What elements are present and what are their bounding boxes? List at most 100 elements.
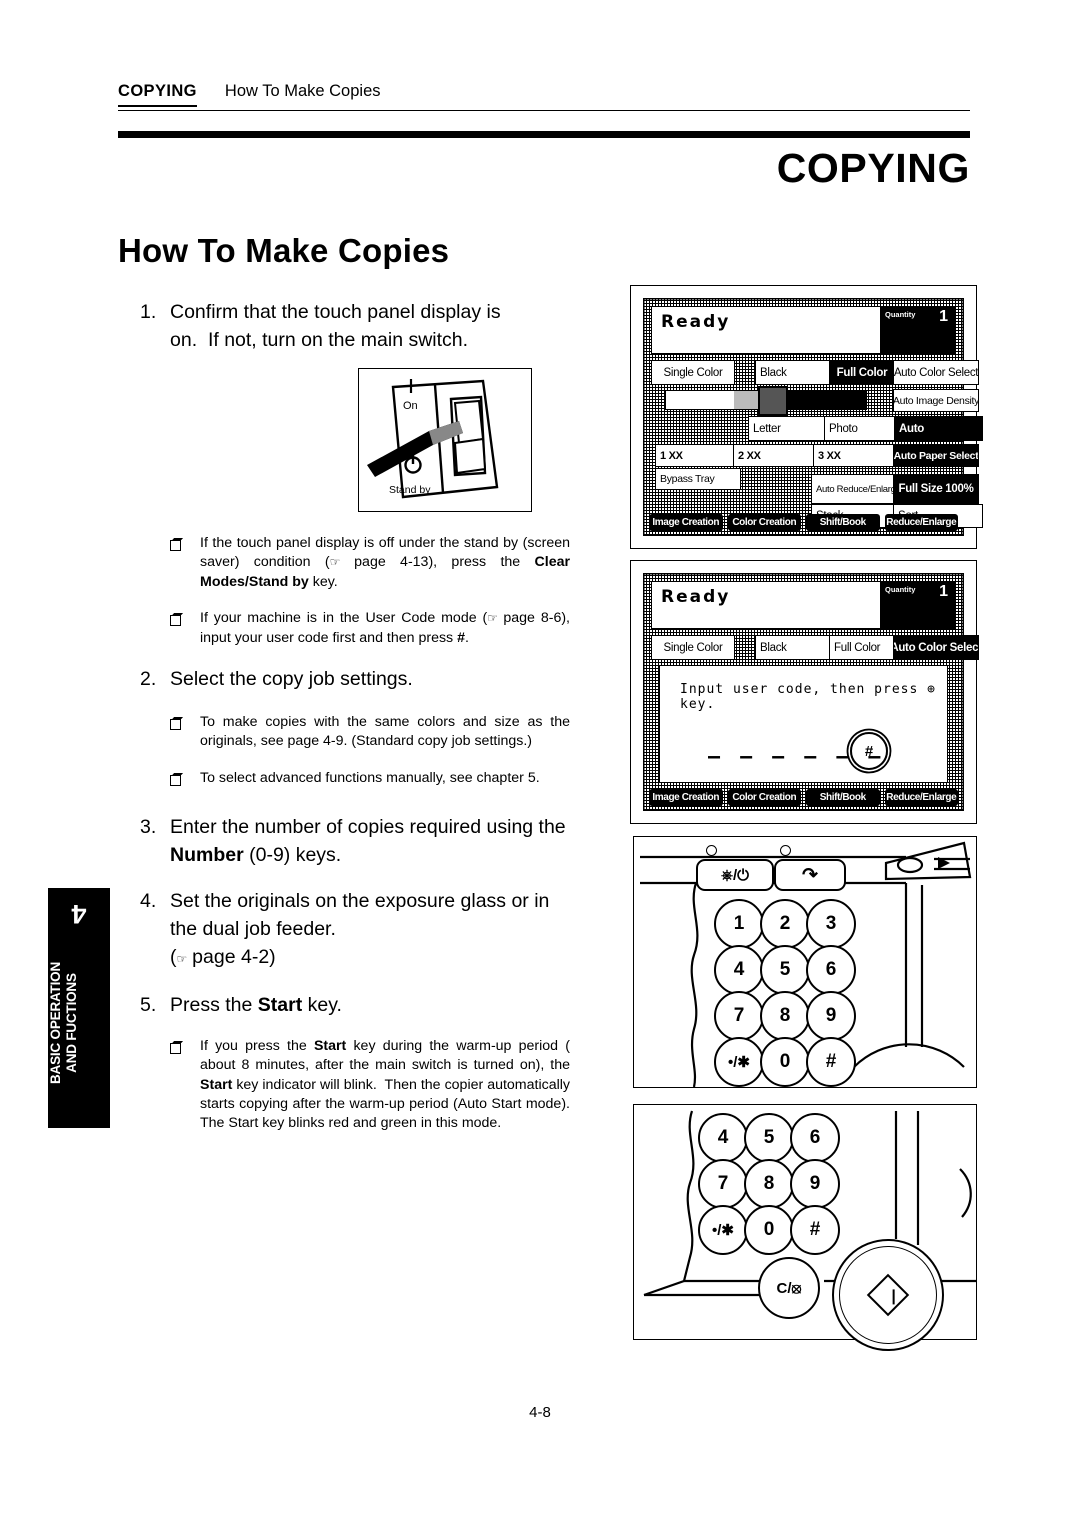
- key-9[interactable]: 9: [806, 991, 856, 1041]
- button-auto-image-density[interactable]: Auto Image Density: [893, 389, 979, 412]
- running-head-chapter: COPYING: [118, 82, 197, 107]
- bullet-square-icon: [170, 534, 200, 592]
- side-tab-label-line2: AND FUCTIONS: [63, 973, 79, 1073]
- running-head-title: How To Make Copies: [224, 82, 381, 100]
- start-key-figure: 4 5 6 7 8 9 •/✱ 0 # C/⦻: [633, 1104, 977, 1351]
- button-auto-exposure[interactable]: Auto: [894, 416, 983, 441]
- key-7[interactable]: 7: [698, 1159, 748, 1209]
- step-1-number: 1.: [140, 301, 157, 323]
- section-title: How To Make Copies: [118, 232, 450, 269]
- lcd-tab-row: Image Creation Color Creation Shift/Book…: [649, 514, 958, 531]
- key-5[interactable]: 5: [744, 1113, 794, 1163]
- step-5-number: 5.: [140, 993, 157, 1016]
- key-0[interactable]: 0: [744, 1205, 794, 1255]
- side-tab-label: BASIC OPERATION AND FUCTIONS: [48, 934, 110, 1112]
- bullet-square-icon: [170, 1037, 200, 1134]
- bullet-square-icon: [170, 713, 200, 752]
- button-full-size[interactable]: Full Size 100%: [893, 474, 979, 504]
- key-8[interactable]: 8: [760, 991, 810, 1041]
- bullet-item: To make copies with the same colors and …: [170, 713, 570, 752]
- key-4[interactable]: 4: [714, 945, 764, 995]
- start-key[interactable]: [832, 1239, 944, 1351]
- step-2-bullets: To make copies with the same colors and …: [170, 713, 570, 791]
- key-6[interactable]: 6: [790, 1113, 840, 1163]
- step-2: 2. Select the copy job settings.: [140, 665, 570, 693]
- button-auto-color-select[interactable]: Auto Color Select: [893, 635, 979, 660]
- bullet-text: If your machine is in the User Code mode…: [200, 610, 570, 646]
- quantity-display: Quantity 1: [880, 582, 955, 628]
- button-letter[interactable]: Letter: [748, 416, 830, 441]
- key-6[interactable]: 6: [806, 945, 856, 995]
- bullet-square-icon: [170, 609, 200, 648]
- touch-panel-figure-2: Ready Quantity 1 Single Color Black Full…: [630, 560, 979, 824]
- page-number: 4-8: [529, 1404, 551, 1421]
- button-auto-color-select[interactable]: Auto Color Select: [893, 360, 979, 385]
- key-9[interactable]: 9: [790, 1159, 840, 1209]
- lcd-screen-2: Ready Quantity 1 Single Color Black Full…: [643, 573, 979, 811]
- hash-key-icon: #: [850, 732, 888, 770]
- key-7[interactable]: 7: [714, 991, 764, 1041]
- bullet-text: If the touch panel display is off under …: [200, 535, 570, 590]
- key-2[interactable]: 2: [760, 899, 810, 949]
- step-5: 5. Press the Start key.: [140, 991, 570, 1019]
- status-text: Ready: [661, 587, 731, 607]
- bullet-square-icon: [170, 769, 200, 791]
- interrupt-key[interactable]: ↷: [774, 859, 846, 891]
- button-tray-2[interactable]: 2 XX: [733, 444, 818, 467]
- density-slider-thumb[interactable]: [758, 386, 788, 416]
- button-auto-paper-select[interactable]: Auto Paper Select: [893, 444, 979, 467]
- clear-modes-led: [706, 845, 717, 856]
- button-tray-3[interactable]: 3 XX: [813, 444, 898, 467]
- tab-color-creation[interactable]: Color Creation: [727, 789, 801, 806]
- side-tab-label-line1: BASIC OPERATION: [48, 962, 63, 1085]
- key-3[interactable]: 3: [806, 899, 856, 949]
- step-5-bullets: If you press the Start key during the wa…: [170, 1037, 570, 1134]
- clear-modes-stand-by-key[interactable]: ⎈/⏻: [696, 859, 774, 891]
- running-head: COPYING How To Make Copies: [118, 82, 970, 116]
- key-hash[interactable]: #: [806, 1037, 856, 1087]
- key-8[interactable]: 8: [744, 1159, 794, 1209]
- status-text: Ready: [661, 312, 731, 332]
- step-4-text: Set the originals on the exposure glass …: [170, 889, 550, 968]
- switch-on-label: On: [403, 400, 418, 412]
- tab-reduce-enlarge[interactable]: Reduce/Enlarge: [884, 514, 958, 531]
- tab-shift-book[interactable]: Shift/Book: [806, 789, 880, 806]
- button-photo[interactable]: Photo: [824, 416, 900, 441]
- lcd-screen-1: Ready Quantity 1 Single Color Black Full…: [643, 298, 983, 536]
- key-0[interactable]: 0: [760, 1037, 810, 1087]
- quantity-label: Quantity: [885, 310, 916, 319]
- step-1-bullets: If the touch panel display is off under …: [170, 534, 570, 648]
- key-1[interactable]: 1: [714, 899, 764, 949]
- key-5[interactable]: 5: [760, 945, 810, 995]
- button-tray-1[interactable]: 1 XX: [655, 444, 737, 467]
- button-full-color[interactable]: Full Color: [829, 635, 899, 660]
- key-dot-asterisk[interactable]: •/✱: [714, 1037, 764, 1087]
- status-bar: Ready Quantity 1: [651, 306, 956, 354]
- bullet-text: To make copies with the same colors and …: [200, 714, 570, 750]
- button-full-color[interactable]: Full Color: [829, 360, 895, 385]
- step-3: 3. Enter the number of copies required u…: [140, 813, 570, 869]
- tab-shift-book[interactable]: Shift/Book: [806, 514, 880, 531]
- button-black[interactable]: Black: [755, 635, 835, 660]
- clear-stop-key[interactable]: C/⦻: [758, 1257, 820, 1319]
- running-head-rule: [118, 110, 970, 112]
- key-hash[interactable]: #: [790, 1205, 840, 1255]
- key-4[interactable]: 4: [698, 1113, 748, 1163]
- switch-standby-label: Stand by: [389, 484, 431, 496]
- chapter-side-tab: 4 BASIC OPERATION AND FUCTIONS: [48, 888, 110, 1128]
- tab-image-creation[interactable]: Image Creation: [649, 514, 723, 531]
- step-1-text: Confirm that the touch panel display is o…: [170, 301, 501, 351]
- tab-reduce-enlarge[interactable]: Reduce/Enlarge: [884, 789, 958, 806]
- tab-image-creation[interactable]: Image Creation: [649, 789, 723, 806]
- button-auto-reduce-enlarge[interactable]: Auto Reduce/Enlarge: [811, 474, 899, 504]
- key-dot-asterisk[interactable]: •/✱: [698, 1205, 748, 1255]
- user-code-prompt: Input user code, then press ⊕ key.: [680, 682, 936, 712]
- number-keypad-figure: ⎈/⏻ ↷ 1 2 3 4 5 6 7 8 9 •/✱ 0 #: [633, 836, 977, 1088]
- button-single-color[interactable]: Single Color: [651, 635, 735, 660]
- button-black[interactable]: Black: [755, 360, 835, 385]
- button-bypass-tray[interactable]: Bypass Tray: [655, 468, 741, 490]
- step-1: 1. Confirm that the touch panel display …: [140, 298, 570, 354]
- quantity-value: 1: [939, 308, 948, 325]
- tab-color-creation[interactable]: Color Creation: [727, 514, 801, 531]
- button-single-color[interactable]: Single Color: [651, 360, 735, 385]
